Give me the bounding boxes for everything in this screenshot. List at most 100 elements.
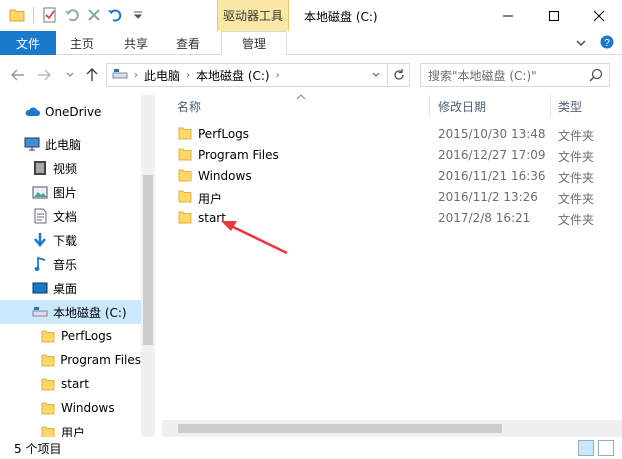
- folder-icon: [178, 126, 192, 143]
- rename-icon[interactable]: [107, 6, 125, 24]
- nav-item-perflogs[interactable]: PerfLogs: [0, 324, 141, 348]
- nav-item-documents[interactable]: 文档: [0, 204, 141, 228]
- file-date: 2017/2/8 16:21: [438, 211, 531, 225]
- tab-home[interactable]: 主页: [70, 31, 94, 55]
- file-type: 文件夹: [558, 171, 595, 185]
- column-header-name[interactable]: 名称: [177, 95, 201, 117]
- tab-file[interactable]: 文件: [0, 31, 56, 55]
- file-row[interactable]: Windows 2016/11/21 16:36 文件夹: [162, 166, 622, 187]
- nav-scrollbar-thumb[interactable]: [143, 175, 153, 345]
- properties-icon[interactable]: [41, 6, 59, 24]
- breadcrumb-chevron-icon: ›: [275, 69, 280, 81]
- item-count: 5 个项目: [14, 441, 62, 456]
- nav-item-start[interactable]: start: [0, 372, 141, 396]
- help-icon[interactable]: ?: [600, 35, 614, 52]
- file-name: Windows: [198, 169, 252, 183]
- status-bar: 5 个项目: [0, 437, 622, 459]
- horizontal-scrollbar-thumb[interactable]: [178, 424, 502, 433]
- nav-item-videos[interactable]: 视频: [0, 156, 141, 180]
- refresh-button[interactable]: [387, 64, 409, 86]
- search-placeholder: 搜索"本地磁盘 (C:)": [428, 68, 537, 83]
- breadcrumb-chevron-icon: ›: [134, 69, 138, 81]
- column-header-type[interactable]: 类型: [558, 95, 582, 117]
- file-type: 文件夹: [558, 129, 595, 143]
- nav-item-label: 文档: [53, 209, 78, 224]
- nav-item-label: 此电脑: [45, 137, 82, 152]
- folder-icon: [178, 210, 192, 227]
- folder-icon: [40, 376, 56, 392]
- nav-scrollbar[interactable]: [141, 95, 155, 437]
- file-row[interactable]: 用户 2016/11/2 13:26 文件夹: [162, 187, 622, 208]
- minimize-button[interactable]: [485, 0, 531, 31]
- file-type: 文件夹: [558, 192, 595, 206]
- nav-item-windows[interactable]: Windows: [0, 396, 141, 420]
- up-button[interactable]: [82, 65, 102, 85]
- breadcrumb-local-disk[interactable]: 本地磁盘 (C:): [196, 67, 270, 84]
- nav-item-label: 桌面: [53, 281, 78, 296]
- folder-icon: [178, 189, 192, 206]
- cloud-icon: [24, 104, 40, 120]
- forward-button[interactable]: [34, 65, 54, 85]
- context-tab-drive-tools: 驱动器工具: [217, 0, 289, 31]
- nav-item-label: 图片: [53, 185, 78, 200]
- ribbon-tabs: 文件 主页 共享 查看 管理 ?: [0, 31, 622, 56]
- quick-access-toolbar: [8, 6, 147, 24]
- tab-manage[interactable]: 管理: [221, 31, 288, 56]
- nav-item-music[interactable]: 音乐: [0, 252, 141, 276]
- file-date: 2016/11/21 16:36: [438, 169, 546, 183]
- nav-item-label: 视频: [53, 161, 78, 176]
- maximize-button[interactable]: [531, 0, 577, 31]
- title-bar: 驱动器工具 本地磁盘 (C:): [0, 0, 622, 31]
- recent-dropdown-icon[interactable]: [60, 65, 80, 85]
- nav-item-label: Program Files: [60, 353, 141, 367]
- nav-item-pictures[interactable]: 图片: [0, 180, 141, 204]
- folder-icon[interactable]: [8, 6, 26, 24]
- column-divider[interactable]: [429, 95, 430, 117]
- folder-icon: [40, 352, 55, 368]
- close-button[interactable]: [576, 0, 622, 31]
- ribbon-expand-icon[interactable]: [576, 37, 586, 51]
- nav-item-label: 下载: [53, 233, 78, 248]
- back-button[interactable]: [8, 65, 28, 85]
- nav-item-label: 本地磁盘 (C:): [53, 305, 127, 320]
- nav-item-onedrive[interactable]: OneDrive: [0, 100, 141, 124]
- file-date: 2016/12/27 17:09: [438, 148, 546, 162]
- column-divider[interactable]: [550, 95, 551, 117]
- nav-item-program-files[interactable]: Program Files: [0, 348, 141, 372]
- folder-icon: [178, 147, 192, 164]
- nav-item-label: start: [61, 377, 89, 391]
- undo-icon[interactable]: [63, 6, 81, 24]
- large-icons-view-icon[interactable]: [598, 440, 614, 456]
- video-icon: [32, 160, 48, 176]
- nav-item-label: Windows: [61, 401, 115, 415]
- breadcrumb-this-pc[interactable]: 此电脑: [144, 67, 180, 84]
- window-title: 本地磁盘 (C:): [304, 10, 378, 24]
- address-row: › 此电脑 › 本地磁盘 (C:) › 搜索"本地磁盘 (C:)": [0, 55, 622, 95]
- desktop-icon: [32, 280, 48, 296]
- chevron-down-icon[interactable]: [129, 6, 147, 24]
- divider: [33, 7, 34, 23]
- nav-item-users[interactable]: 用户: [0, 420, 141, 437]
- address-dropdown-icon[interactable]: [367, 64, 385, 86]
- nav-item-downloads[interactable]: 下载: [0, 228, 141, 252]
- svg-text:?: ?: [604, 38, 610, 49]
- file-name: PerfLogs: [198, 127, 250, 141]
- folder-icon: [40, 328, 56, 344]
- details-view-icon[interactable]: [578, 440, 594, 456]
- file-row[interactable]: Program Files 2016/12/27 17:09 文件夹: [162, 145, 622, 166]
- horizontal-scrollbar[interactable]: [162, 420, 622, 437]
- folder-icon: [40, 400, 56, 416]
- download-icon: [32, 232, 48, 248]
- search-input[interactable]: 搜索"本地磁盘 (C:)": [420, 63, 610, 87]
- address-bar[interactable]: › 此电脑 › 本地磁盘 (C:) ›: [106, 63, 410, 87]
- nav-item-this-pc[interactable]: 此电脑: [0, 132, 141, 156]
- search-icon[interactable]: [589, 68, 603, 85]
- nav-item-desktop[interactable]: 桌面: [0, 276, 141, 300]
- tab-view[interactable]: 查看: [176, 31, 200, 55]
- tab-share[interactable]: 共享: [124, 31, 148, 55]
- file-row[interactable]: PerfLogs 2015/10/30 13:48 文件夹: [162, 124, 622, 145]
- column-header-date[interactable]: 修改日期: [438, 95, 486, 117]
- file-date: 2016/11/2 13:26: [438, 190, 538, 204]
- nav-item-local-disk[interactable]: 本地磁盘 (C:): [0, 300, 141, 324]
- delete-icon[interactable]: [85, 6, 103, 24]
